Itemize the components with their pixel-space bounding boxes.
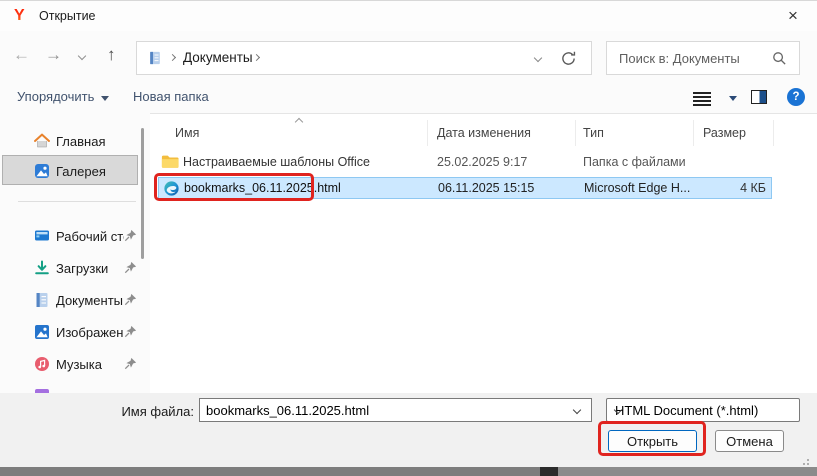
title-bar: Y Открытие × [0,1,817,31]
sidebar: Главная Галерея Рабочий сто [0,113,148,393]
sidebar-item-home[interactable]: Главная [0,127,140,155]
file-size: 4 КБ [740,181,766,195]
recent-locations-chevron[interactable] [78,52,86,60]
sidebar-divider [18,201,136,202]
sidebar-item-music[interactable]: Музыка [0,350,140,378]
dialog-body: Главная Галерея Рабочий сто [0,113,817,393]
pictures-icon [34,324,50,340]
navigation-bar: ← → ↑ Документы [0,31,817,83]
sidebar-item-gallery[interactable]: Галерея [0,157,140,185]
new-folder-button[interactable]: Новая папка [133,89,209,104]
pin-icon [124,261,137,274]
view-options-chevron[interactable] [729,96,737,101]
yandex-browser-icon: Y [14,7,31,24]
file-date: 25.02.2025 9:17 [437,155,527,169]
search-input[interactable] [619,43,767,73]
sidebar-item-pictures[interactable]: Изображени [0,318,140,346]
search-box[interactable] [606,41,800,75]
up-button[interactable]: ↑ [107,45,116,65]
column-header-name[interactable]: Имя [175,126,199,140]
filetype-value: HTML Document (*.html) [615,403,758,418]
sort-ascending-icon [295,118,303,126]
forward-button[interactable]: → [45,45,62,65]
address-breadcrumb-bar[interactable]: Документы [136,41,592,75]
file-row-folder[interactable]: Настраиваемые шаблоны Office 25.02.2025 … [158,152,772,174]
home-icon [34,133,50,149]
column-divider[interactable] [427,120,428,146]
refresh-icon[interactable] [560,50,577,67]
pin-icon [124,293,137,306]
preview-pane-icon[interactable] [751,90,767,104]
cancel-button[interactable]: Отмена [715,430,784,452]
sidebar-item-videos[interactable] [0,382,140,393]
pin-icon [124,357,137,370]
file-name: Настраиваемые шаблоны Office [183,155,370,169]
address-dropdown-chevron[interactable] [534,54,542,62]
column-header-size[interactable]: Размер [703,126,746,140]
dialog-toolbar: Упорядочить Новая папка ? [0,83,817,115]
file-type: Microsoft Edge H... [584,181,690,195]
sidebar-scrollbar[interactable] [141,128,144,259]
filename-combobox[interactable] [199,398,592,422]
sidebar-item-downloads[interactable]: Загрузки [0,254,140,282]
folder-icon [161,154,179,169]
column-header-date[interactable]: Дата изменения [437,126,531,140]
gallery-icon [34,163,50,179]
resize-grip[interactable] [797,455,809,465]
filename-label: Имя файла: [100,404,194,419]
file-date: 06.11.2025 15:15 [438,181,534,195]
file-list: Имя Дата изменения Тип Размер Настраивае… [150,113,817,393]
filename-input[interactable] [206,400,566,420]
chevron-down-icon [101,96,109,101]
search-icon[interactable] [772,51,787,66]
annotation-box-open-button [598,421,706,456]
filetype-select[interactable]: HTML Document (*.html) [606,398,800,422]
close-icon[interactable]: × [779,4,807,28]
column-divider[interactable] [575,120,576,146]
documents-icon [34,292,50,308]
file-type: Папка с файлами [583,155,686,169]
back-button[interactable]: ← [13,45,30,65]
help-icon[interactable]: ? [787,88,805,106]
column-divider[interactable] [773,120,774,146]
pin-icon [124,229,137,242]
filename-dropdown-chevron[interactable] [573,406,581,414]
annotation-box-file [154,173,314,201]
documents-icon [148,50,162,66]
list-view-icon[interactable] [693,92,711,94]
column-header-type[interactable]: Тип [583,126,604,140]
window-title: Открытие [39,9,96,23]
column-divider[interactable] [693,120,694,146]
download-icon [34,260,50,276]
breadcrumb-documents[interactable]: Документы [183,50,253,65]
breadcrumb-separator-icon[interactable] [169,54,176,61]
music-icon [34,356,50,372]
organize-button[interactable]: Упорядочить [17,89,109,104]
open-file-dialog: Y Открытие × ← → ↑ Документы [0,0,817,475]
sidebar-item-documents[interactable]: Документы [0,286,140,314]
sidebar-item-desktop[interactable]: Рабочий сто [0,222,140,250]
breadcrumb-separator-icon[interactable] [253,54,260,61]
desktop-icon [34,228,50,244]
pin-icon [124,325,137,338]
